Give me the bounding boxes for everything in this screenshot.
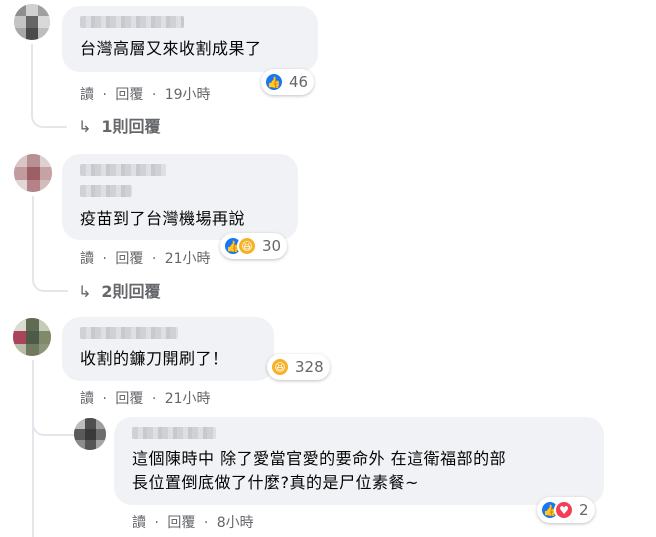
view-replies-link[interactable]: ↳ 1則回覆 [78, 113, 161, 137]
reply-button[interactable]: 回覆 [115, 391, 143, 407]
timestamp[interactable]: 21小時 [165, 251, 211, 267]
thread-line [32, 196, 34, 276]
thread-connector [31, 104, 67, 128]
thread-connector [32, 268, 68, 292]
reaction-count: 2 [579, 501, 589, 519]
avatar[interactable] [14, 4, 50, 40]
reply-arrow-icon: ↳ [78, 117, 92, 136]
view-replies-link[interactable]: ↳ 2則回覆 [78, 278, 161, 302]
comment-bubble: 疫苗到了台灣機場再說 [62, 154, 298, 240]
reaction-count: 328 [295, 358, 324, 376]
avatar[interactable] [74, 418, 106, 450]
timestamp[interactable]: 19小時 [165, 87, 211, 103]
reply-text-line-2: 長位置倒底做了什麼?真的是尸位素餐~ [132, 473, 419, 492]
reply-button[interactable]: 回覆 [115, 251, 143, 267]
timestamp[interactable]: 8小時 [217, 515, 254, 531]
comment-bubble: 台灣高層又來收割成果了 [62, 6, 318, 72]
read-button[interactable]: 讀 [80, 251, 94, 267]
author-name[interactable] [80, 327, 178, 339]
haha-icon: 😆 [237, 236, 257, 256]
love-icon: ♥ [554, 500, 574, 520]
thread-line [32, 360, 34, 537]
author-name[interactable] [80, 164, 166, 176]
timestamp[interactable]: 21小時 [165, 391, 211, 407]
comment-actions: 讀 · 回覆 · 19小時 [80, 87, 211, 103]
comment-actions: 讀 · 回覆 · 21小時 [80, 391, 211, 407]
reply-button[interactable]: 回覆 [167, 515, 195, 531]
avatar[interactable] [13, 318, 51, 356]
author-name[interactable] [80, 16, 184, 28]
reply-arrow-icon: ↳ [78, 282, 92, 301]
like-icon: 👍 [264, 72, 284, 92]
author-name[interactable] [132, 427, 216, 439]
read-button[interactable]: 讀 [132, 515, 146, 531]
comment-text: 台灣高層又來收割成果了 [80, 39, 262, 58]
author-badge [80, 185, 132, 197]
reply-bubble: 這個陳時中 除了愛當官愛的要命外 在這衛福部的部 長位置倒底做了什麼?真的是尸位… [114, 417, 604, 505]
reply-button[interactable]: 回覆 [115, 87, 143, 103]
thread-connector [32, 400, 74, 436]
reaction-summary[interactable]: 👍 😆 30 [220, 233, 288, 259]
reply-actions: 讀 · 回覆 · 8小時 [132, 515, 254, 531]
comment-text: 疫苗到了台灣機場再說 [80, 209, 246, 228]
reaction-count: 30 [262, 237, 282, 255]
haha-icon: 😆 [270, 357, 290, 377]
reply-text-line-1: 這個陳時中 除了愛當官愛的要命外 在這衛福部的部 [132, 449, 507, 468]
reaction-summary[interactable]: 👍 ♥ 2 [537, 497, 595, 523]
reaction-summary[interactable]: 😆 328 [267, 354, 330, 380]
avatar[interactable] [14, 154, 52, 192]
read-button[interactable]: 讀 [80, 391, 94, 407]
comment-bubble: 收割的鐮刀開刷了！ [62, 317, 274, 381]
read-button[interactable]: 讀 [80, 87, 94, 103]
reaction-count: 46 [289, 73, 309, 91]
comment-text: 收割的鐮刀開刷了！ [80, 349, 229, 368]
reaction-summary[interactable]: 👍 46 [261, 69, 315, 95]
comment-actions: 讀 · 回覆 · 21小時 [80, 251, 211, 267]
